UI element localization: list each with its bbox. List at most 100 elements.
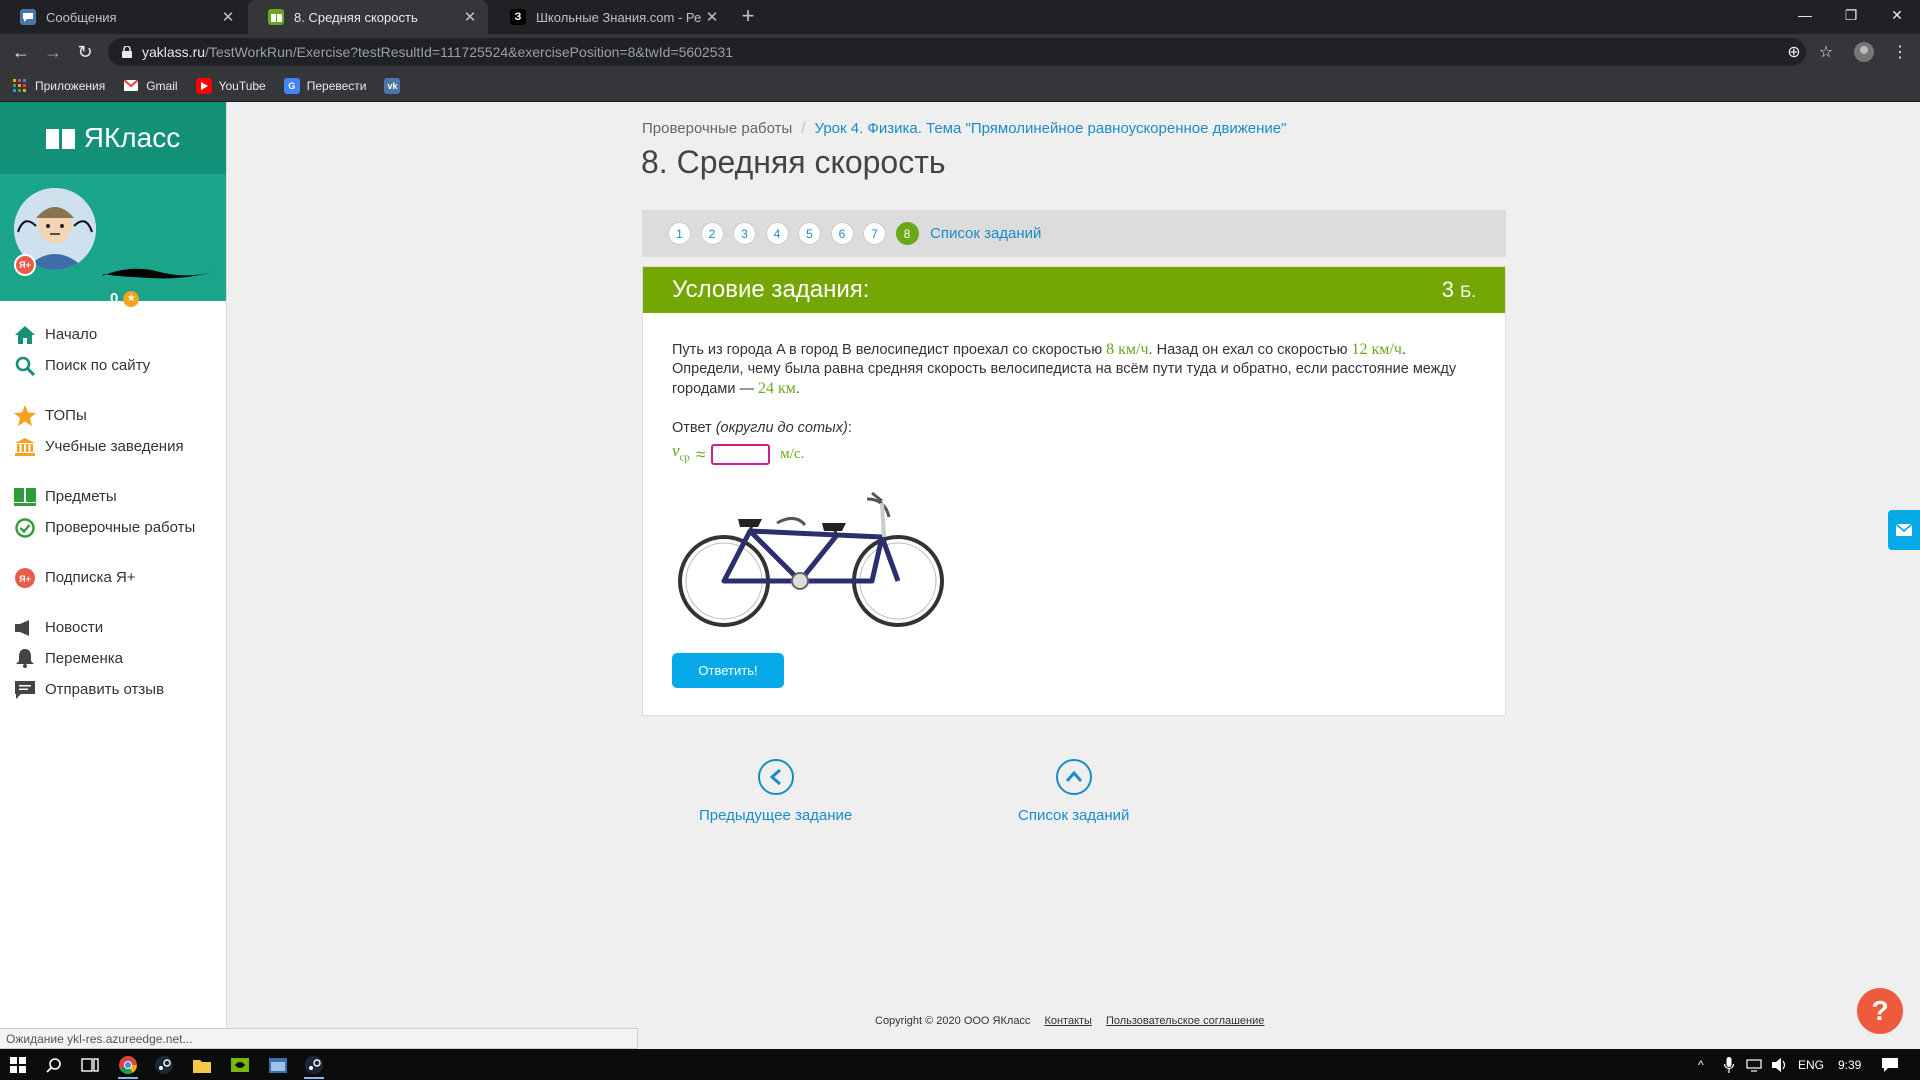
tab-messages[interactable]: Сообщения ✕ bbox=[0, 0, 246, 34]
system-clock[interactable]: 9:39 bbox=[1838, 1049, 1861, 1080]
microphone-icon[interactable] bbox=[1724, 1049, 1734, 1080]
steam-taskbar-icon[interactable] bbox=[150, 1052, 178, 1078]
profile-avatar-icon[interactable] bbox=[1852, 40, 1876, 64]
pager-item-5[interactable]: 5 bbox=[798, 222, 821, 245]
close-tab-icon[interactable]: ✕ bbox=[460, 8, 480, 26]
breadcrumb-root[interactable]: Проверочные работы bbox=[642, 120, 792, 137]
sidebar-item-break[interactable]: Переменка bbox=[0, 643, 226, 674]
bookmarks-bar: Приложения Gmail YouTube G Перевести vk bbox=[0, 70, 1920, 102]
pager-item-7[interactable]: 7 bbox=[863, 222, 886, 245]
help-button[interactable]: ? bbox=[1857, 988, 1903, 1034]
menu-kebab-icon[interactable]: ⋮ bbox=[1888, 40, 1912, 64]
reload-button[interactable]: ↻ bbox=[72, 39, 98, 65]
feedback-mail-tab[interactable] bbox=[1888, 510, 1920, 550]
user-agreement-link[interactable]: Пользовательское соглашение bbox=[1106, 1015, 1264, 1027]
close-window-icon[interactable]: ✕ bbox=[1874, 0, 1920, 30]
pager-item-4[interactable]: 4 bbox=[765, 222, 789, 245]
forward-button[interactable]: → bbox=[40, 39, 66, 65]
logout-link[interactable]: Выйти bbox=[110, 343, 174, 358]
bookmark-apps[interactable]: Приложения bbox=[12, 78, 105, 94]
news-icon bbox=[14, 617, 36, 639]
notifications-icon[interactable] bbox=[1882, 1049, 1898, 1080]
file-explorer-icon[interactable] bbox=[188, 1052, 216, 1078]
sidebar-item-tops[interactable]: ТОПы bbox=[0, 400, 226, 431]
input-language[interactable]: ENG bbox=[1798, 1049, 1824, 1080]
bookmark-gmail[interactable]: Gmail bbox=[123, 78, 178, 94]
contacts-link[interactable]: Контакты bbox=[1044, 1015, 1092, 1027]
lock-icon bbox=[122, 46, 132, 58]
submit-answer-button[interactable]: Ответить! bbox=[672, 653, 784, 688]
my-profile-link[interactable]: Мой профиль bbox=[110, 321, 221, 336]
network-icon[interactable] bbox=[1746, 1049, 1762, 1080]
close-tab-icon[interactable]: ✕ bbox=[218, 8, 238, 26]
znanija-icon: З bbox=[510, 9, 526, 25]
pager-item-2[interactable]: 2 bbox=[700, 222, 724, 245]
sidebar-item-institutions[interactable]: Учебные заведения bbox=[0, 431, 226, 462]
sidebar-item-subscription[interactable]: Я+ Подписка Я+ bbox=[0, 562, 226, 593]
gmail-icon bbox=[123, 78, 139, 94]
sidebar-item-news[interactable]: Новости bbox=[0, 612, 226, 643]
app-window-icon[interactable] bbox=[264, 1052, 292, 1078]
page-title: 8. Средняя скорость bbox=[641, 144, 946, 180]
nvidia-icon[interactable] bbox=[226, 1052, 254, 1078]
task-view-icon[interactable] bbox=[76, 1052, 104, 1078]
pager-item-8[interactable]: 8 bbox=[895, 222, 919, 245]
bookmark-star-icon[interactable]: ☆ bbox=[1814, 40, 1838, 64]
footer: Copyright © 2020 ООО ЯКласс Контакты Пол… bbox=[875, 1015, 1265, 1027]
breadcrumb: Проверочные работы / Урок 4. Физика. Тема … bbox=[642, 120, 1287, 137]
task-list-link[interactable]: Список заданий bbox=[930, 225, 1041, 242]
book-logo-icon bbox=[45, 129, 75, 149]
install-icon[interactable]: ⊕ bbox=[1782, 40, 1806, 64]
windows-taskbar: ^ ENG 9:39 bbox=[0, 1049, 1920, 1080]
task-body: Путь из города A в город B велосипедист … bbox=[643, 313, 1505, 641]
score: 0 ★ bbox=[110, 290, 140, 307]
user-circle-icon bbox=[110, 321, 124, 336]
yaklass-icon bbox=[268, 9, 284, 25]
institution-icon bbox=[14, 436, 36, 458]
minimize-icon[interactable]: — bbox=[1782, 0, 1828, 30]
browser-status-bar: Ожидание ykl-res.azureedge.net... bbox=[0, 1028, 638, 1049]
tab-average-speed[interactable]: 8. Средняя скорость ✕ bbox=[248, 0, 488, 34]
tab-title: Сообщения bbox=[46, 9, 117, 25]
breadcrumb-lesson[interactable]: Урок 4. Физика. Тема "Прямолинейное равн… bbox=[814, 120, 1286, 137]
windows-start-icon[interactable] bbox=[4, 1052, 32, 1078]
chevron-up-icon bbox=[1055, 759, 1092, 795]
search-icon bbox=[14, 355, 36, 377]
new-tab-button[interactable]: + bbox=[736, 5, 760, 29]
browser-toolbar: ← → ↻ yaklass.ru/TestWorkRun/Exercise?te… bbox=[0, 34, 1920, 70]
pager-item-3[interactable]: 3 bbox=[733, 222, 756, 245]
bookmark-translate[interactable]: G Перевести bbox=[283, 77, 366, 94]
sidebar-menu: Начало Поиск по сайту ТОПы Учебные завед… bbox=[0, 301, 226, 705]
bookmark-youtube[interactable]: YouTube bbox=[195, 77, 266, 94]
search-icon[interactable] bbox=[40, 1052, 68, 1078]
task-list-bottom-link[interactable]: Список заданий bbox=[1018, 759, 1129, 824]
subjects-icon bbox=[14, 486, 36, 508]
sidebar-item-subjects[interactable]: Предметы bbox=[0, 481, 226, 512]
tandem-bicycle-image bbox=[678, 492, 944, 628]
volume-icon[interactable] bbox=[1772, 1049, 1788, 1080]
address-bar[interactable]: yaklass.ru/TestWorkRun/Exercise?testResu… bbox=[108, 38, 1806, 66]
pager-item-6[interactable]: 6 bbox=[830, 222, 854, 245]
feedback-icon bbox=[14, 679, 36, 701]
sidebar-item-feedback[interactable]: Отправить отзыв bbox=[0, 674, 226, 705]
sidebar-item-tests[interactable]: Проверочные работы bbox=[0, 512, 226, 543]
back-button[interactable]: ← bbox=[8, 39, 34, 65]
chevron-left-icon bbox=[757, 759, 794, 795]
tab-title: 8. Средняя скорость bbox=[294, 9, 418, 25]
tab-znanija[interactable]: З Школьные Знания.com - Решае ✕ bbox=[490, 0, 730, 34]
brand-logo[interactable]: ЯКласс bbox=[0, 102, 226, 174]
previous-task-link[interactable]: Предыдущее задание bbox=[699, 759, 852, 824]
close-tab-icon[interactable]: ✕ bbox=[702, 8, 722, 26]
restore-icon[interactable]: ❐ bbox=[1828, 0, 1874, 30]
chrome-taskbar-icon[interactable] bbox=[114, 1052, 142, 1079]
bookmark-vk[interactable]: vk bbox=[384, 77, 407, 94]
tray-chevron-up-icon[interactable]: ^ bbox=[1698, 1049, 1704, 1080]
bell-icon bbox=[14, 648, 36, 670]
translate-icon: G bbox=[283, 77, 300, 94]
star-icon bbox=[14, 405, 36, 427]
task-statement: Путь из города A в город B велосипедист … bbox=[672, 341, 1457, 397]
profile-panel: Я+ 0 ★ Мой профиль Выйти bbox=[0, 174, 226, 358]
pager-item-1[interactable]: 1 bbox=[668, 222, 691, 245]
answer-input[interactable] bbox=[711, 443, 771, 465]
steam-taskbar-icon-2[interactable] bbox=[300, 1052, 328, 1079]
